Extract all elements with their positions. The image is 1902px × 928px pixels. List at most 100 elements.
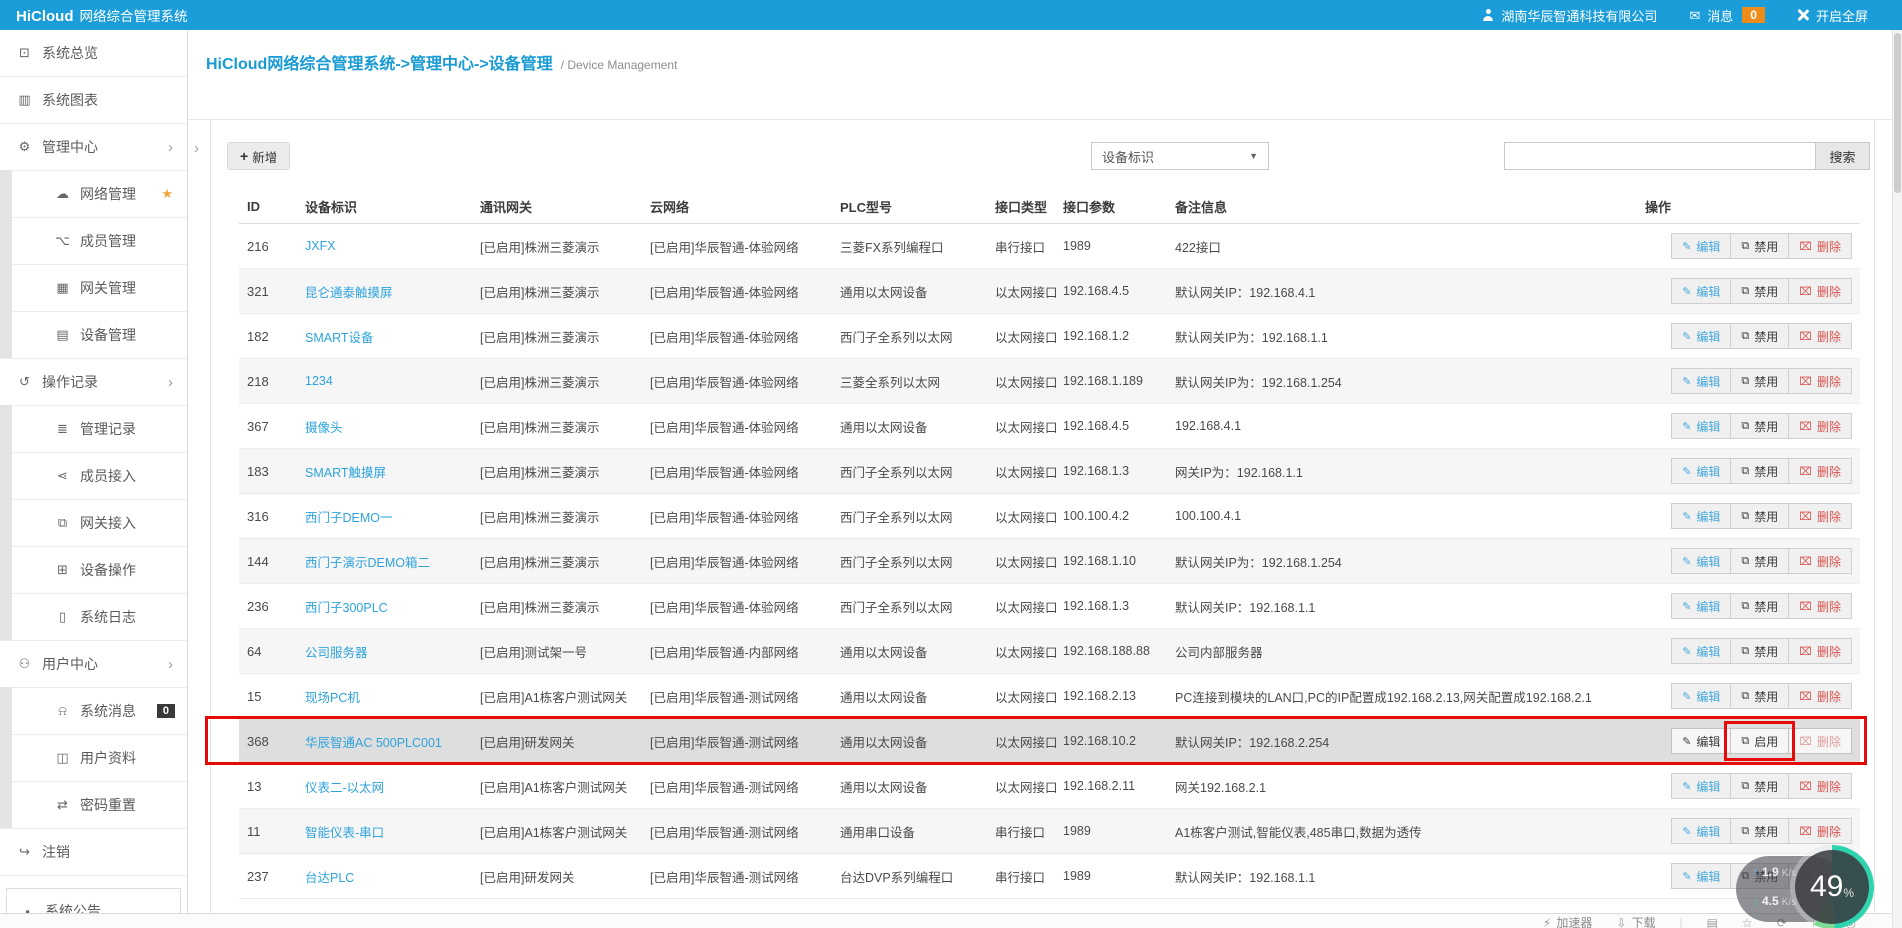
fullscreen-label: 开启全屏 bbox=[1816, 6, 1868, 25]
disable-button[interactable]: ⧉禁用 bbox=[1730, 593, 1789, 619]
sidebar-item-management-records[interactable]: ≣管理记录 bbox=[0, 406, 187, 453]
delete-button[interactable]: ⌧删除 bbox=[1788, 638, 1852, 664]
sidebar-item-management-center[interactable]: ⚙管理中心› bbox=[0, 124, 187, 171]
edit-button[interactable]: ✎编辑 bbox=[1671, 818, 1731, 844]
device-link[interactable]: SMART设备 bbox=[305, 331, 374, 345]
cell-operations: ✎编辑⧉禁用⌧删除 bbox=[1607, 638, 1860, 664]
scrollbar-thumb[interactable] bbox=[1894, 33, 1901, 193]
sidebar-item-logout[interactable]: ↪注销 bbox=[0, 829, 187, 876]
sidebar-item-user-profile[interactable]: ◫用户资料 bbox=[0, 735, 187, 782]
sidebar-item-password-reset[interactable]: ⇄密码重置 bbox=[0, 782, 187, 829]
device-link[interactable]: 摄像头 bbox=[305, 421, 343, 435]
cell-interface-param: 192.168.1.2 bbox=[1055, 329, 1167, 343]
disable-button[interactable]: ⧉禁用 bbox=[1730, 368, 1789, 394]
edit-button[interactable]: ✎编辑 bbox=[1671, 548, 1731, 574]
edit-button[interactable]: ✎编辑 bbox=[1671, 458, 1731, 484]
delete-button[interactable]: ⌧删除 bbox=[1788, 323, 1852, 349]
disable-button[interactable]: ⧉禁用 bbox=[1730, 683, 1789, 709]
sidebar-item-member-management[interactable]: ⌥成员管理 bbox=[0, 218, 187, 265]
star-icon[interactable]: ☆ bbox=[1742, 916, 1753, 928]
sidebar-item-gateway-access[interactable]: ⧉网关接入 bbox=[0, 500, 187, 547]
disable-button[interactable]: ⧉禁用 bbox=[1730, 818, 1789, 844]
device-link[interactable]: 台达PLC bbox=[305, 871, 354, 885]
device-link[interactable]: JXFX bbox=[305, 239, 336, 253]
sidebar-item-member-access[interactable]: ⋖成员接入 bbox=[0, 453, 187, 500]
disable-button[interactable]: ⧉禁用 bbox=[1730, 323, 1789, 349]
edit-button[interactable]: ✎编辑 bbox=[1671, 503, 1731, 529]
delete-button[interactable]: ⌧删除 bbox=[1788, 413, 1852, 439]
cell-interface-type: 以太网接口 bbox=[987, 282, 1055, 301]
device-link[interactable]: 华辰智通AC 500PLC001 bbox=[305, 736, 442, 750]
disable-button[interactable]: ⧉禁用 bbox=[1730, 278, 1789, 304]
disable-button[interactable]: ⧉禁用 bbox=[1730, 548, 1789, 574]
delete-button[interactable]: ⌧删除 bbox=[1788, 818, 1852, 844]
delete-button[interactable]: ⌧删除 bbox=[1788, 503, 1852, 529]
delete-button[interactable]: ⌧删除 bbox=[1788, 458, 1852, 484]
fullscreen-toggle[interactable]: 开启全屏 bbox=[1797, 6, 1868, 25]
device-link[interactable]: 昆仑通泰触摸屏 bbox=[305, 286, 393, 300]
edit-button[interactable]: ✎编辑 bbox=[1671, 323, 1731, 349]
sidebar-item-system-logs[interactable]: ▯系统日志 bbox=[0, 594, 187, 641]
device-link[interactable]: 仪表二-以太网 bbox=[305, 781, 384, 795]
edit-button[interactable]: ✎编辑 bbox=[1671, 593, 1731, 619]
add-device-button[interactable]: + 新增 bbox=[227, 142, 290, 170]
disable-button[interactable]: ⧉禁用 bbox=[1730, 503, 1789, 529]
edit-button[interactable]: ✎编辑 bbox=[1671, 368, 1731, 394]
panel-icon[interactable]: ▤ bbox=[1707, 916, 1718, 928]
device-link[interactable]: SMART触摸屏 bbox=[305, 466, 386, 480]
disable-button[interactable]: ⧉禁用 bbox=[1730, 413, 1789, 439]
topbar: HiCloud 网络综合管理系统 湖南华辰智通科技有限公司 ✉ 消息 0 开启全… bbox=[0, 0, 1902, 30]
collapse-sidebar-handle[interactable]: › bbox=[194, 140, 199, 157]
disable-button[interactable]: ⧉禁用 bbox=[1730, 458, 1789, 484]
device-link[interactable]: 1234 bbox=[305, 374, 333, 388]
cell-note: 默认网关IP为：192.168.1.254 bbox=[1167, 552, 1607, 571]
sidebar-item-user-center[interactable]: ⚇用户中心› bbox=[0, 641, 187, 688]
delete-button[interactable]: ⌧删除 bbox=[1788, 548, 1852, 574]
sidebar-item-system-messages[interactable]: ⍾系统消息0 bbox=[0, 688, 187, 735]
cell-note: 默认网关IP：192.168.2.254 bbox=[1167, 732, 1607, 751]
device-link[interactable]: 西门子300PLC bbox=[305, 601, 388, 615]
delete-button[interactable]: ⌧删除 bbox=[1788, 233, 1852, 259]
sidebar-item-gateway-management[interactable]: ▦网关管理 bbox=[0, 265, 187, 312]
delete-button[interactable]: ⌧删除 bbox=[1788, 593, 1852, 619]
cell-operations: ✎编辑⧉禁用⌧删除 bbox=[1607, 368, 1860, 394]
sidebar-item-operation-records[interactable]: ↺操作记录› bbox=[0, 359, 187, 406]
filter-field-select[interactable]: 设备标识 ▼ bbox=[1091, 142, 1269, 170]
edit-button[interactable]: ✎编辑 bbox=[1671, 863, 1731, 889]
sidebar-item-device-operations[interactable]: ⊞设备操作 bbox=[0, 547, 187, 594]
edit-button[interactable]: ✎编辑 bbox=[1671, 773, 1731, 799]
enable-button[interactable]: ⧉启用 bbox=[1730, 728, 1789, 754]
disable-button[interactable]: ⧉禁用 bbox=[1730, 233, 1789, 259]
sidebar-item-device-management[interactable]: ▤设备管理 bbox=[0, 312, 187, 359]
disable-button[interactable]: ⧉禁用 bbox=[1730, 773, 1789, 799]
company-menu[interactable]: 湖南华辰智通科技有限公司 bbox=[1482, 6, 1657, 25]
delete-button[interactable]: ⌧删除 bbox=[1788, 773, 1852, 799]
edit-button[interactable]: ✎编辑 bbox=[1671, 278, 1731, 304]
messages-menu[interactable]: ✉ 消息 0 bbox=[1689, 6, 1765, 25]
delete-button[interactable]: ⌧删除 bbox=[1788, 683, 1852, 709]
delete-button[interactable]: ⌧删除 bbox=[1788, 728, 1852, 754]
sidebar-item-network-management[interactable]: ☁网络管理★ bbox=[0, 171, 187, 218]
performance-percent-widget[interactable]: 49 % bbox=[1790, 845, 1874, 928]
sidebar-item-system-overview[interactable]: ⊡系统总览 bbox=[0, 30, 187, 77]
edit-button[interactable]: ✎编辑 bbox=[1671, 638, 1731, 664]
bottombar-item-accelerator[interactable]: ⚡加速器 bbox=[1543, 916, 1592, 928]
delete-button[interactable]: ⌧删除 bbox=[1788, 278, 1852, 304]
sidebar-item-system-charts[interactable]: ▥系统图表 bbox=[0, 77, 187, 124]
edit-button[interactable]: ✎编辑 bbox=[1671, 233, 1731, 259]
bottombar-item-download[interactable]: ⇩下载 bbox=[1616, 916, 1655, 928]
device-link[interactable]: 西门子演示DEMO箱二 bbox=[305, 556, 430, 570]
search-input[interactable] bbox=[1504, 142, 1816, 170]
cell-plc-model: 通用以太网设备 bbox=[832, 417, 987, 436]
device-link[interactable]: 现场PC机 bbox=[305, 691, 360, 705]
device-link[interactable]: 西门子DEMO一 bbox=[305, 511, 393, 525]
device-link[interactable]: 公司服务器 bbox=[305, 646, 368, 660]
search-button[interactable]: 搜索 bbox=[1816, 142, 1870, 170]
delete-button[interactable]: ⌧删除 bbox=[1788, 368, 1852, 394]
device-link[interactable]: 智能仪表-串口 bbox=[305, 826, 384, 840]
edit-button[interactable]: ✎编辑 bbox=[1671, 728, 1731, 754]
device-table-panel: + 新增 设备标识 ▼ 搜索 ID设备标识通讯网关云网络PLC型号接口类型接口参… bbox=[210, 120, 1875, 928]
disable-button[interactable]: ⧉禁用 bbox=[1730, 638, 1789, 664]
edit-button[interactable]: ✎编辑 bbox=[1671, 683, 1731, 709]
edit-button[interactable]: ✎编辑 bbox=[1671, 413, 1731, 439]
